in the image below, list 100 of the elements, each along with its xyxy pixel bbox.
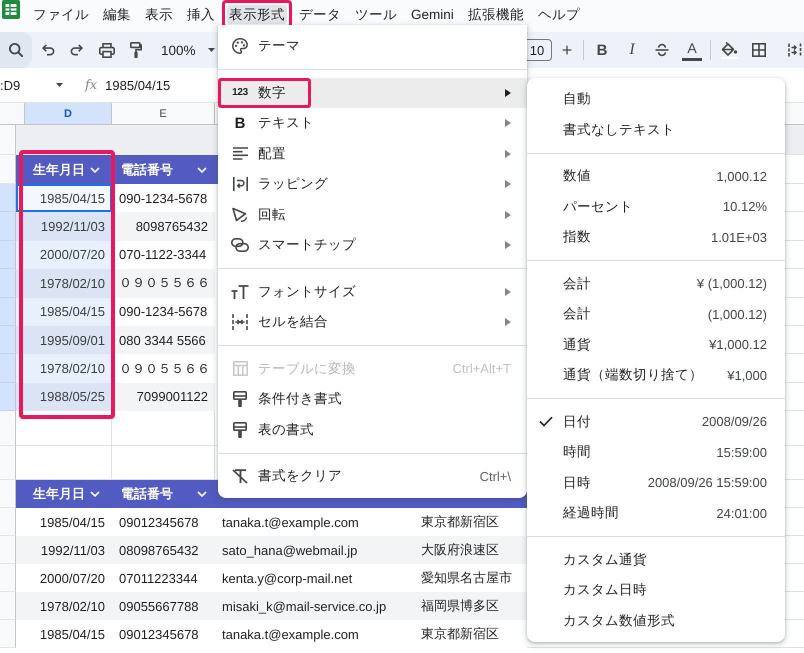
menu-item[interactable]: ラッピング (218, 169, 527, 200)
menu-item[interactable]: カスタム日時 (527, 575, 785, 606)
format-example: 2008/09/26 15:59:00 (648, 475, 767, 490)
shortcut-label: Ctrl+\ (480, 468, 511, 484)
row-header[interactable] (0, 298, 16, 326)
menu-item[interactable]: カスタム数値形式 (527, 606, 785, 636)
row-header[interactable] (0, 564, 16, 592)
column-header[interactable]: D (25, 103, 112, 125)
row-header[interactable] (0, 411, 16, 446)
menu-item[interactable]: セルを結合 (218, 307, 527, 338)
format-example: 15:59:00 (716, 444, 767, 460)
table-cell: 大阪府浪速区 (414, 536, 527, 564)
menu-button[interactable]: データ (292, 0, 348, 28)
paint-roller-icon (233, 391, 247, 408)
menu-item[interactable]: 通貨 ¥1,000.12 (527, 330, 785, 360)
format-example: 2008/09/26 (702, 414, 767, 430)
menu-button[interactable]: 挿入 (180, 0, 222, 28)
table-cell: 福岡県博多区 (414, 592, 527, 620)
row-header[interactable] (0, 446, 16, 480)
menu-item[interactable]: 123 数字 (218, 78, 527, 108)
search-menus-button[interactable] (0, 32, 32, 68)
row-header[interactable] (0, 508, 16, 536)
undo-icon (42, 44, 54, 56)
rotate-icon (232, 207, 248, 222)
chevron-down-icon[interactable] (90, 491, 100, 498)
format-example: (1,000.12) (708, 306, 767, 322)
menu-item[interactable]: B テキスト (218, 108, 527, 138)
menu-item[interactable]: フォントサイズ (218, 276, 527, 307)
row-header[interactable] (0, 155, 16, 184)
menu-button[interactable]: ツール (348, 0, 404, 28)
bold-button[interactable]: B (587, 36, 617, 64)
row-header[interactable] (0, 125, 16, 155)
table-cell: 1992/11/03 (16, 212, 112, 241)
menu-item[interactable]: 数値 1,000.12 (527, 161, 785, 192)
italic-button[interactable]: I (617, 36, 647, 64)
menu-item[interactable]: 配置 (218, 138, 527, 169)
submenu-arrow-icon (505, 180, 511, 188)
menu-item[interactable]: パーセント 10.12% (527, 192, 785, 222)
format-example: ¥1,000 (727, 368, 767, 383)
row-header[interactable] (0, 354, 16, 383)
menu-item[interactable]: スマートチップ (218, 230, 527, 260)
row-header[interactable] (0, 184, 16, 212)
clear-format-icon (232, 468, 248, 484)
borders-icon (752, 43, 766, 57)
menu-item[interactable]: 表の書式 (218, 414, 527, 445)
menu-item[interactable]: 通貨（端数切り捨て） ¥1,000 (527, 360, 785, 390)
chevron-down-icon[interactable] (197, 491, 207, 498)
row-header[interactable] (0, 592, 16, 620)
paint-bucket-icon (720, 42, 738, 58)
table-cell: 080 3344 5566 (112, 326, 215, 354)
menu-item[interactable]: 回転 (218, 200, 527, 230)
row-header[interactable] (0, 382, 16, 412)
table-icon (232, 361, 248, 376)
menu-button[interactable]: 表示 (138, 0, 180, 28)
spreadsheet-logo[interactable] (0, 0, 22, 20)
menu-item[interactable]: 時間 15:59:00 (527, 437, 785, 468)
menu-item[interactable]: 条件付き書式 (218, 384, 527, 414)
menu-item[interactable]: 会計 (1,000.12) (527, 299, 785, 330)
format-example: ¥ (1,000.12) (696, 276, 767, 292)
menu-item[interactable]: 書式なしテキスト (527, 114, 785, 145)
search-icon (9, 43, 23, 57)
menu-item[interactable]: 日付 2008/09/26 (527, 406, 785, 437)
menu-item[interactable]: 自動 (527, 84, 785, 114)
row-header[interactable] (0, 620, 16, 648)
menu-button[interactable]: ファイル (26, 0, 96, 28)
caret-icon (56, 83, 63, 87)
menu-item[interactable]: 会計 ¥ (1,000.12) (527, 268, 785, 299)
increase-font-size-button[interactable]: + (554, 36, 580, 64)
menu-item[interactable]: 書式をクリア Ctrl+\ (218, 461, 527, 492)
column-title: 生年月日 (33, 485, 85, 504)
row-header[interactable] (0, 240, 16, 270)
palette-icon (232, 38, 248, 54)
row-header[interactable] (0, 536, 16, 564)
merge-cells-icon (232, 314, 248, 330)
chevron-down-icon[interactable] (90, 166, 100, 172)
table-cell: 09055667788 (112, 592, 215, 620)
menu-item[interactable]: 日時 2008/09/26 15:59:00 (527, 468, 785, 498)
table-cell: 1978/02/10 (16, 354, 112, 383)
align-left-icon (232, 147, 248, 160)
row-header[interactable] (0, 480, 16, 508)
chevron-down-icon[interactable] (197, 166, 207, 172)
table-cell: 1985/04/15 (16, 184, 112, 212)
menu-button[interactable]: Gemini (404, 0, 461, 28)
strikethrough-icon (655, 43, 669, 57)
format-example: 10.12% (722, 199, 767, 214)
row-header[interactable] (0, 326, 16, 354)
table-cell: ０９０５５６６ (112, 269, 215, 298)
menu-button[interactable]: ヘルプ (530, 0, 587, 28)
name-box[interactable]: :D9 (0, 73, 63, 97)
menu-item[interactable]: 指数 1.01E+03 (527, 222, 785, 252)
menu-button[interactable]: 編集 (96, 0, 138, 28)
row-header[interactable] (0, 212, 16, 241)
zoom-select[interactable]: 100% (156, 36, 215, 64)
menu-item[interactable]: カスタム通貨 (527, 544, 785, 575)
table-cell: 7099001122 (112, 382, 215, 412)
menu-button[interactable]: 拡張機能 (460, 0, 531, 28)
paint-roller-icon (233, 422, 247, 438)
column-title: 生年月日 (33, 160, 85, 178)
row-header[interactable] (0, 269, 16, 298)
menu-item[interactable]: 経過時間 24:01:00 (527, 498, 785, 528)
